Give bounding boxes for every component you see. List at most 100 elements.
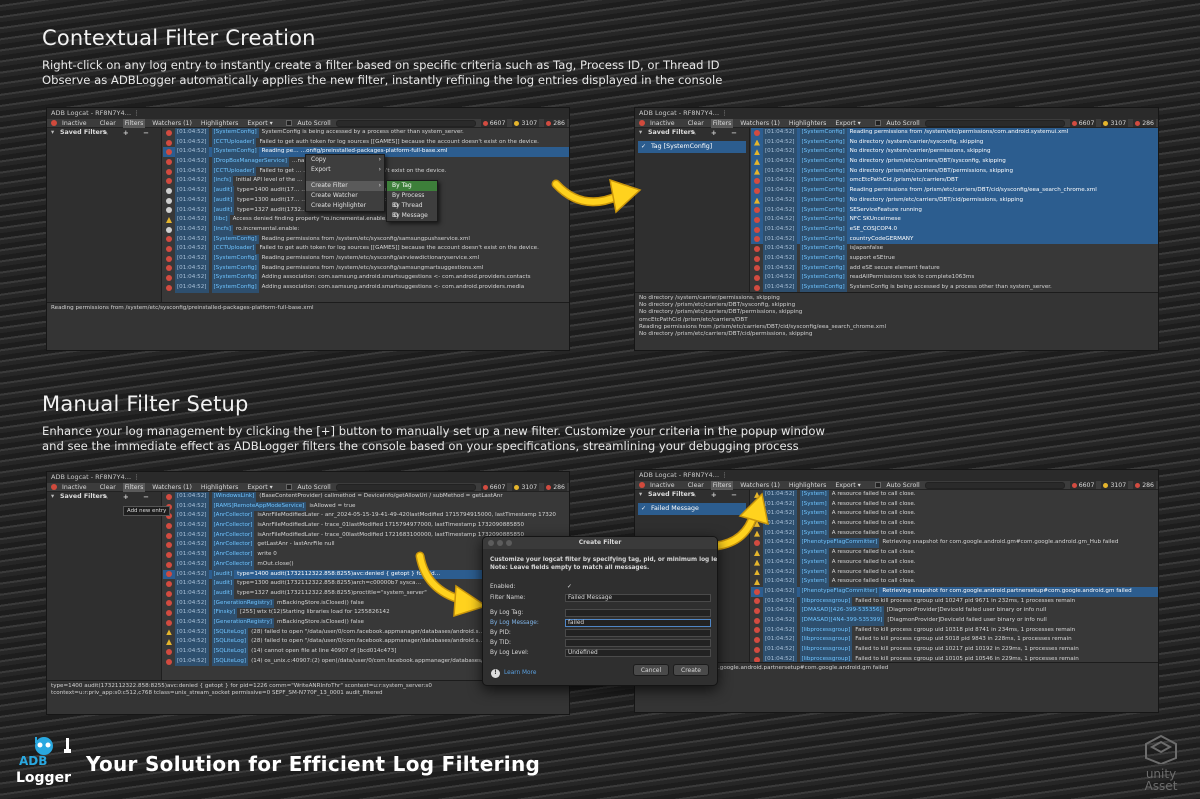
- log-row[interactable]: [01:04:52] [PhenotypeFlagCommitter] Retr…: [751, 586, 1158, 597]
- log-row[interactable]: [01:04:52] [System] A resource failed to…: [751, 490, 1158, 500]
- log-row[interactable]: [01:04:52] [System] A resource failed to…: [751, 509, 1158, 520]
- inactive-toggle[interactable]: Inactive: [650, 481, 675, 490]
- tab-menu-icon[interactable]: ⋮: [719, 108, 730, 119]
- tab-menu-icon[interactable]: ⋮: [131, 108, 142, 119]
- search-input[interactable]: [924, 119, 1065, 127]
- error-count-badge[interactable]: 6607: [480, 119, 508, 127]
- inactive-toggle[interactable]: Inactive: [62, 119, 87, 128]
- log-list[interactable]: [01:04:52] [System] A resource failed to…: [751, 490, 1158, 665]
- export-button[interactable]: Export ▾: [245, 483, 274, 492]
- log-row[interactable]: [01:04:52] [SystemConfig] No directory /…: [751, 157, 1158, 167]
- filter-tools[interactable]: ✎ + −: [103, 128, 155, 138]
- log-row[interactable]: [01:04:52] [CCTUploader] Failed to get a…: [163, 137, 569, 148]
- log-row[interactable]: [01:04:52] [SystemConfig] No directory /…: [751, 147, 1158, 158]
- enabled-checkbox[interactable]: ✓: [567, 584, 572, 590]
- log-row[interactable]: [01:04:52] [SystemConfig] Adding associa…: [163, 283, 569, 293]
- pid-input[interactable]: [565, 629, 711, 637]
- inactive-toggle[interactable]: Inactive: [650, 119, 675, 128]
- log-row[interactable]: [01:04:52] [incfs] ro.incremental.enable…: [163, 224, 569, 235]
- clear-button[interactable]: Clear: [686, 481, 706, 490]
- create-button[interactable]: Create: [673, 664, 709, 676]
- auto-scroll-checkbox[interactable]: [875, 482, 882, 488]
- watchers-tab[interactable]: Watchers (1): [738, 481, 782, 490]
- log-row[interactable]: [01:04:52] [SystemConfig] Reading permis…: [163, 234, 569, 245]
- search-input[interactable]: [335, 119, 476, 127]
- tab-menu-icon[interactable]: ⋮: [131, 472, 142, 483]
- search-input[interactable]: [335, 483, 476, 491]
- filters-tab[interactable]: Filters: [710, 118, 734, 128]
- menu-item-create-highlighter[interactable]: Create Highlighter: [306, 201, 384, 211]
- cancel-button[interactable]: Cancel: [633, 664, 669, 676]
- error-count-badge[interactable]: 6607: [480, 483, 508, 491]
- log-message-input[interactable]: failed: [565, 619, 711, 627]
- saved-filters-header[interactable]: Saved Filters✎ + −: [635, 128, 749, 138]
- tid-input[interactable]: [565, 639, 711, 647]
- warning-count-badge[interactable]: 3107: [512, 119, 540, 127]
- log-row[interactable]: [01:04:52] [WindowsLink] (BaseContentPro…: [163, 492, 569, 502]
- log-row[interactable]: [01:04:52] [SystemConfig] NFC SKUnceimes…: [751, 215, 1158, 225]
- clear-button[interactable]: Clear: [98, 483, 118, 492]
- info-count-badge[interactable]: 286: [1133, 119, 1156, 127]
- export-button[interactable]: Export ▾: [245, 119, 274, 128]
- menu-item-create-filter[interactable]: Create Filter: [306, 181, 384, 191]
- saved-filter-tag-systemconfig[interactable]: Tag [SystemConfig]: [638, 141, 746, 153]
- log-row[interactable]: [01:04:52] [SystemConfig] isJapanfalse: [751, 244, 1158, 254]
- filters-tab[interactable]: Filters: [710, 480, 734, 490]
- filter-tools[interactable]: ✎ + −: [103, 492, 155, 502]
- log-row[interactable]: [01:04:52] [System] A resource failed to…: [751, 567, 1158, 578]
- log-row[interactable]: [01:04:52] [System] A resource failed to…: [751, 519, 1158, 529]
- auto-scroll-checkbox[interactable]: [286, 484, 293, 490]
- export-button[interactable]: Export ▾: [833, 119, 862, 128]
- saved-filters-header[interactable]: Saved Filters✎ + −: [47, 128, 161, 138]
- window-controls[interactable]: [488, 540, 512, 546]
- watchers-tab[interactable]: Watchers (1): [738, 119, 782, 128]
- search-input[interactable]: [924, 481, 1065, 489]
- log-row[interactable]: [01:04:52] [AnrCollector] isAnrFileModif…: [163, 521, 569, 531]
- menu-item-by-tag[interactable]: By Tag: [387, 181, 437, 191]
- log-row[interactable]: [01:04:52] [SystemConfig] SystemConfig i…: [163, 128, 569, 138]
- highlighters-tab[interactable]: Highlighters: [199, 119, 241, 128]
- log-row[interactable]: [01:04:52] [System] A resource failed to…: [751, 499, 1158, 510]
- log-row[interactable]: [01:04:52] [libprocessgroup] Failed to k…: [751, 625, 1158, 636]
- watchers-tab[interactable]: Watchers (1): [150, 483, 194, 492]
- highlighters-tab[interactable]: Highlighters: [787, 481, 829, 490]
- inactive-toggle[interactable]: Inactive: [62, 483, 87, 492]
- log-row[interactable]: [01:04:52] [SystemConfig] No directory /…: [751, 137, 1158, 148]
- menu-item-by-process-id[interactable]: By Process ID: [387, 191, 437, 209]
- log-row[interactable]: [01:04:52] [SystemConfig] Reading permis…: [751, 186, 1158, 196]
- watchers-tab[interactable]: Watchers (1): [150, 119, 194, 128]
- filter-name-input[interactable]: Failed Message: [565, 594, 711, 602]
- menu-item-create-watcher[interactable]: Create Watcher: [306, 191, 384, 201]
- filters-tab[interactable]: Filters: [122, 118, 146, 128]
- log-row[interactable]: [01:04:52] [libc] Access denied finding …: [163, 215, 569, 225]
- menu-item-copy[interactable]: Copy: [306, 155, 384, 165]
- log-tag-input[interactable]: [565, 609, 711, 617]
- log-row[interactable]: [01:04:52] [System] A resource failed to…: [751, 548, 1158, 558]
- menu-item-by-thread-id[interactable]: By Thread ID: [387, 201, 437, 219]
- log-level-select[interactable]: Undefined: [565, 649, 711, 657]
- log-row[interactable]: [01:04:52] [SystemConfig] eSE_COSJCOP4.0: [751, 224, 1158, 235]
- filter-tools[interactable]: ✎ + −: [691, 128, 743, 138]
- menu-item-by-message[interactable]: By Message: [387, 211, 437, 221]
- log-row[interactable]: [01:04:52] [SystemConfig] add eSE secure…: [751, 263, 1158, 274]
- menu-item-export[interactable]: Export: [306, 165, 384, 175]
- log-row[interactable]: [01:04:52] [SystemConfig] omcEtcPathCid …: [751, 176, 1158, 187]
- log-row[interactable]: [01:04:52] [SystemConfig] Reading permis…: [163, 253, 569, 264]
- log-row[interactable]: [01:04:52] [libprocessgroup] Failed to k…: [751, 645, 1158, 655]
- clear-button[interactable]: Clear: [98, 119, 118, 128]
- log-row[interactable]: [01:04:52] [SystemConfig] SEServiceFeatu…: [751, 205, 1158, 216]
- log-row[interactable]: [01:04:52] [SystemConfig] readAllPermiss…: [751, 273, 1158, 284]
- info-count-badge[interactable]: 286: [544, 483, 567, 491]
- log-list[interactable]: [01:04:52] [SystemConfig] Reading permis…: [751, 128, 1158, 303]
- warning-count-badge[interactable]: 3107: [1101, 119, 1129, 127]
- highlighters-tab[interactable]: Highlighters: [787, 119, 829, 128]
- highlighters-tab[interactable]: Highlighters: [199, 483, 241, 492]
- warning-count-badge[interactable]: 3107: [1101, 481, 1129, 489]
- log-row[interactable]: [01:04:52] [SystemConfig] No directory /…: [751, 166, 1158, 177]
- log-row[interactable]: [01:04:52] [System] A resource failed to…: [751, 557, 1158, 568]
- log-row[interactable]: [01:04:52] [PhenotypeFlagCommitter] Retr…: [751, 538, 1158, 549]
- log-detail-panel[interactable]: Reading permissions from /system/etc/sys…: [47, 302, 569, 350]
- tab-menu-icon[interactable]: ⋮: [719, 470, 730, 481]
- log-row[interactable]: [01:04:52] [SystemConfig] Reading permis…: [163, 263, 569, 274]
- saved-filters-header[interactable]: Saved Filters✎ + −: [47, 492, 161, 502]
